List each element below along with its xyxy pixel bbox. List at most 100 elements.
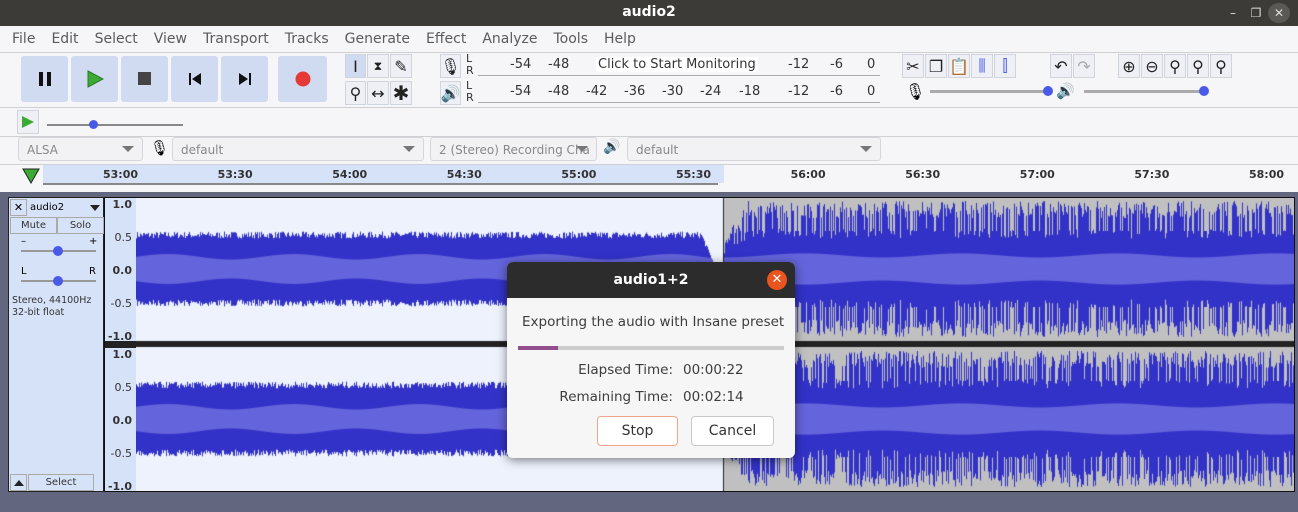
track-format: Stereo, 44100Hz xyxy=(12,295,92,306)
record-meter-button[interactable]: 🎙 xyxy=(440,54,461,78)
output-value: default xyxy=(636,143,679,157)
elapsed-value: 00:00:22 xyxy=(683,362,744,378)
vertical-ruler[interactable]: 1.0 0.5 0.0 -0.5 -1.0 xyxy=(105,198,136,343)
speaker-icon: 🔊 xyxy=(440,83,461,103)
pan-slider[interactable] xyxy=(21,276,96,286)
redo-button[interactable]: ↷ xyxy=(1073,54,1095,78)
play-speed-slider[interactable] xyxy=(47,120,183,129)
cancel-button[interactable]: Cancel xyxy=(691,416,774,446)
playback-volume-icon: 🔊 xyxy=(1056,82,1075,100)
time-shift-tool[interactable]: ↔ xyxy=(367,81,389,105)
skip-to-end-button[interactable] xyxy=(221,56,268,102)
zoom-tool[interactable]: ⚲ xyxy=(345,81,366,105)
track-menu-button[interactable]: audio2 xyxy=(28,199,104,216)
record-meter[interactable]: -54 -48 Click to Start Monitoring -12 -6… xyxy=(478,54,880,76)
meter-tick: -54 xyxy=(510,84,532,99)
meter-tick: -12 xyxy=(788,57,810,72)
meter-tick: -12 xyxy=(788,84,810,99)
menu-tracks[interactable]: Tracks xyxy=(277,26,337,52)
solo-button[interactable]: Solo xyxy=(57,217,104,234)
recording-volume-slider[interactable] xyxy=(930,86,1053,96)
paste-button[interactable]: 📋 xyxy=(948,54,970,78)
vertical-ruler[interactable]: 1.0 0.5 0.0 -0.5 -1.0 xyxy=(105,348,136,493)
menu-edit[interactable]: Edit xyxy=(43,26,86,52)
fit-selection-button[interactable]: ⚲ xyxy=(1164,54,1186,78)
timeline-tick-label: 55:30 xyxy=(676,168,712,181)
start-monitoring-prompt[interactable]: Click to Start Monitoring xyxy=(596,57,758,72)
select-track-button[interactable]: Select xyxy=(28,474,94,491)
meter-tick: -6 xyxy=(830,84,843,99)
fit-project-icon: ⚲ xyxy=(1192,56,1204,76)
speaker-icon: 🔊 xyxy=(603,139,621,155)
skip-to-start-button[interactable] xyxy=(171,56,218,102)
undo-icon: ↶ xyxy=(1054,56,1068,76)
recording-device-select[interactable]: default xyxy=(172,137,424,161)
menu-select[interactable]: Select xyxy=(87,26,146,52)
zoom-in-button[interactable]: ⊕ xyxy=(1118,54,1140,78)
meter-tick: 0 xyxy=(867,84,876,99)
menu-transport[interactable]: Transport xyxy=(195,26,277,52)
timeline-ruler[interactable]: 53:00 53:30 54:00 54:30 55:00 55:30 56:00 56:30… xyxy=(0,164,1298,192)
menu-view[interactable]: View xyxy=(146,26,195,52)
play-meter-button[interactable]: 🔊 xyxy=(440,81,461,105)
pause-button[interactable] xyxy=(21,56,68,102)
recording-channels-select[interactable]: 2 (Stereo) Recording Cha xyxy=(430,137,597,161)
fit-project-button[interactable]: ⚲ xyxy=(1187,54,1209,78)
menu-tools[interactable]: Tools xyxy=(546,26,597,52)
envelope-tool[interactable]: ⧗ xyxy=(367,54,389,78)
host-value: ALSA xyxy=(27,143,58,157)
playback-volume-slider[interactable] xyxy=(1084,86,1209,96)
trim-audio-icon: ⫼ xyxy=(978,56,986,75)
double-arrow-icon: ↔ xyxy=(371,83,385,103)
cut-button[interactable]: ✂ xyxy=(902,54,924,78)
timeline-tick-label: 54:00 xyxy=(332,168,368,181)
menu-file[interactable]: File xyxy=(4,26,43,52)
meter-tick: -48 xyxy=(548,57,570,72)
window-close-button[interactable]: ✕ xyxy=(1268,3,1290,23)
meter-tick: -24 xyxy=(700,84,722,99)
multi-tool[interactable]: ✱ xyxy=(390,81,412,105)
minimize-button[interactable]: – xyxy=(1222,3,1244,23)
collapse-track-button[interactable] xyxy=(10,474,27,491)
mute-button[interactable]: Mute xyxy=(10,217,57,234)
copy-icon: ❐ xyxy=(928,56,944,76)
stop-button[interactable] xyxy=(121,56,168,102)
mic-volume-icon: 🎙 xyxy=(905,82,926,101)
meter-tick: -30 xyxy=(662,84,684,99)
playback-device-select[interactable]: default xyxy=(627,137,881,161)
menu-help[interactable]: Help xyxy=(596,26,644,52)
maximize-button[interactable]: ❐ xyxy=(1245,3,1267,23)
amplitude-label: 0.5 xyxy=(114,231,133,244)
stop-icon xyxy=(137,72,151,85)
stop-button[interactable]: Stop xyxy=(597,416,678,446)
draw-tool[interactable]: ✎ xyxy=(390,54,412,78)
zoom-out-button[interactable]: ⊖ xyxy=(1141,54,1163,78)
silence-button[interactable]: ⫿ xyxy=(994,54,1016,78)
record-button[interactable] xyxy=(278,56,327,102)
selection-tool[interactable]: I xyxy=(345,54,366,78)
close-track-button[interactable]: ✕ xyxy=(10,199,27,216)
copy-button[interactable]: ❐ xyxy=(925,54,947,78)
gain-slider[interactable] xyxy=(21,246,96,256)
audio-host-select[interactable]: ALSA xyxy=(18,137,143,161)
play-at-speed-button[interactable] xyxy=(17,110,39,134)
meter-tick: -36 xyxy=(624,84,646,99)
remaining-label: Remaining Time: xyxy=(559,389,673,405)
zoom-toggle-button[interactable]: ⚲ xyxy=(1210,54,1232,78)
dialog-close-button[interactable]: ✕ xyxy=(767,270,787,290)
track-control-panel: ✕ audio2 Mute Solo – + L R Stereo, 44100… xyxy=(8,197,104,492)
menu-analyze[interactable]: Analyze xyxy=(474,26,545,52)
pause-icon xyxy=(38,72,51,86)
menu-generate[interactable]: Generate xyxy=(337,26,418,52)
meter-tick: 0 xyxy=(867,57,876,72)
playhead-triangle-icon[interactable] xyxy=(22,168,40,184)
trim-button[interactable]: ⫼ xyxy=(971,54,993,78)
play-button[interactable] xyxy=(71,56,118,102)
export-progress-dialog: audio1+2 ✕ Exporting the audio with Insa… xyxy=(507,262,795,458)
input-value: default xyxy=(181,143,224,157)
skip-end-icon xyxy=(238,73,251,85)
dialog-title: audio1+2 xyxy=(507,262,795,298)
undo-button[interactable]: ↶ xyxy=(1050,54,1072,78)
playback-meter[interactable]: -54 -48 -42 -36 -30 -24 -18 -12 -6 0 xyxy=(478,81,880,103)
menu-effect[interactable]: Effect xyxy=(418,26,474,52)
